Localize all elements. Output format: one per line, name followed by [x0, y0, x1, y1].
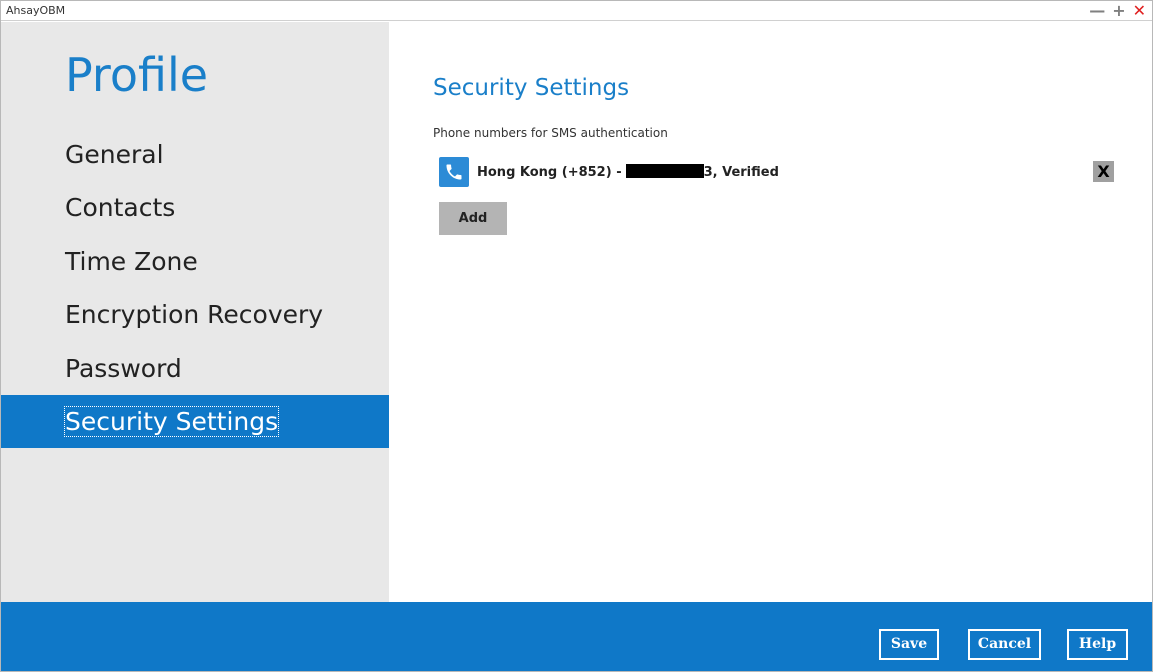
cancel-button[interactable]: Cancel — [968, 629, 1041, 660]
app-title: AhsayOBM — [6, 4, 66, 17]
sidebar-item-security-settings[interactable]: Security Settings — [1, 395, 389, 448]
sidebar-item-label: Security Settings — [63, 406, 280, 437]
sidebar-item-label: Contacts — [65, 193, 176, 222]
help-button[interactable]: Help — [1067, 629, 1128, 660]
main-panel: Security Settings Phone numbers for SMS … — [389, 22, 1152, 602]
phone-status-suffix: 3, Verified — [703, 165, 779, 180]
sidebar-item-general[interactable]: General — [1, 128, 389, 181]
redacted-number — [625, 164, 704, 178]
save-button[interactable]: Save — [879, 629, 939, 660]
sidebar-heading: Profile — [65, 48, 209, 102]
sidebar-item-encryption-recovery[interactable]: Encryption Recovery — [1, 288, 389, 341]
section-subtitle: Phone numbers for SMS authentication — [433, 126, 668, 140]
footer-bar: Save Cancel Help — [1, 602, 1152, 671]
minimize-icon[interactable]: — — [1089, 2, 1105, 20]
window-controls: — + ✕ — [1089, 1, 1146, 21]
sidebar-item-label: General — [65, 140, 164, 169]
maximize-icon[interactable]: + — [1112, 2, 1125, 20]
page-title: Security Settings — [433, 75, 630, 101]
sidebar-item-label: Encryption Recovery — [65, 300, 324, 329]
sidebar-item-label: Password — [65, 354, 182, 383]
phone-country-prefix: Hong Kong (+852) - — [477, 165, 622, 180]
add-phone-button[interactable]: Add — [439, 202, 507, 235]
remove-phone-button[interactable]: X — [1093, 161, 1114, 182]
close-icon[interactable]: ✕ — [1133, 2, 1146, 20]
phone-list-item: Hong Kong (+852) - 3, Verified X — [439, 157, 1129, 187]
sidebar-item-time-zone[interactable]: Time Zone — [1, 235, 389, 288]
sidebar-item-contacts[interactable]: Contacts — [1, 181, 389, 234]
sidebar-item-label: Time Zone — [65, 247, 198, 276]
sidebar: Profile General Contacts Time Zone Encry… — [1, 22, 389, 602]
phone-icon — [439, 157, 469, 187]
sidebar-item-password[interactable]: Password — [1, 342, 389, 395]
phone-number-text: Hong Kong (+852) - 3, Verified — [477, 164, 779, 180]
title-bar: AhsayOBM — + ✕ — [1, 1, 1152, 21]
app-window: AhsayOBM — + ✕ Profile General Contacts … — [0, 0, 1153, 672]
